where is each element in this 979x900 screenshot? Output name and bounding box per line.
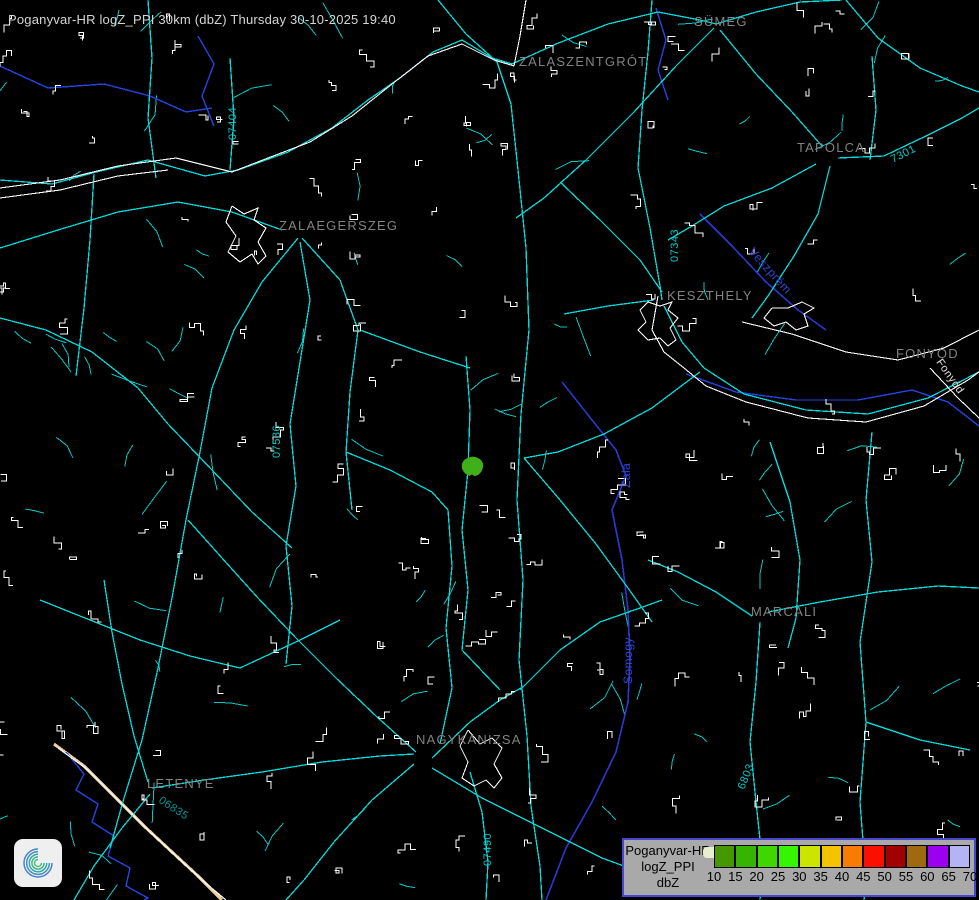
legend-tick: 25 — [771, 869, 785, 884]
legend-swatch — [842, 845, 863, 868]
road-number-label-layer: 074040734307536074900683568037301Fonyód — [156, 107, 966, 866]
legend-swatch — [949, 845, 970, 868]
legend-tick: 20 — [749, 869, 763, 884]
legend-scale-ticks: 10 15 20 25 30 35 40 45 50 55 60 65 70 — [624, 869, 974, 887]
road-number-label: 07536 — [271, 425, 283, 458]
legend-tick: 50 — [877, 869, 891, 884]
county-label: Somogy — [621, 637, 635, 684]
legend-tick: 65 — [941, 869, 955, 884]
county-border-layer — [546, 214, 826, 900]
legend-swatch — [714, 845, 735, 868]
legend-swatch — [821, 845, 842, 868]
legend-tick: 30 — [792, 869, 806, 884]
road-number-label: 07404 — [227, 107, 239, 140]
city-label: TAPOLCA — [797, 140, 865, 155]
road-layer — [0, 0, 979, 900]
legend-tick: 45 — [856, 869, 870, 884]
city-label: KESZTHELY — [667, 288, 753, 303]
radar-header-text: Poganyvar-HR logZ_PPI 30km (dbZ) Thursda… — [8, 12, 396, 27]
map-canvas: SÜMEG ZALASZENTGRÓT TAPOLCA ZALAEGERSZEG KES… — [0, 0, 979, 900]
legend-swatch — [799, 845, 820, 868]
legend-tick: 35 — [813, 869, 827, 884]
railway-layer — [0, 0, 979, 900]
legend-tick: 10 — [707, 869, 721, 884]
radar-display: SÜMEG ZALASZENTGRÓT TAPOLCA ZALAEGERSZEG KES… — [0, 0, 979, 900]
county-label: Veszprém — [746, 245, 795, 297]
city-label: ZALAEGERSZEG — [279, 218, 398, 233]
legend-swatch — [735, 845, 756, 868]
city-label: MARCALI — [751, 604, 817, 619]
legend-swatch — [906, 845, 927, 868]
legend-color-scale — [714, 845, 970, 868]
legend-station-label: Poganyvar-HR — [624, 843, 712, 859]
city-label-layer: SÜMEG ZALASZENTGRÓT TAPOLCA ZALAEGERSZEG KES… — [147, 14, 959, 791]
minor-roads-layer — [0, 0, 966, 900]
radar-echo — [462, 457, 483, 476]
road-number-label: 06835 — [156, 794, 190, 822]
city-label: SÜMEG — [694, 14, 748, 29]
legend-swatch — [885, 845, 906, 868]
city-label: NAGYKANIZSA — [416, 732, 522, 747]
legend-swatch — [927, 845, 948, 868]
city-label: LETENYE — [147, 776, 215, 791]
legend-swatch — [863, 845, 884, 868]
city-label: ZALASZENTGRÓT — [519, 54, 647, 69]
city-label: FONYÓD — [896, 346, 959, 361]
legend: Poganyvar-HR logZ_PPI dbZ 10152025303540… — [622, 838, 976, 897]
legend-tick: 15 — [728, 869, 742, 884]
legend-tick: 40 — [835, 869, 849, 884]
legend-tick: 60 — [920, 869, 934, 884]
legend-tick: 55 — [899, 869, 913, 884]
county-label: Zala — [619, 463, 633, 488]
legend-swatch — [757, 845, 778, 868]
road-number-label: 07343 — [669, 229, 681, 262]
legend-tick: 70 — [963, 869, 977, 884]
road-number-label: 07490 — [482, 833, 494, 866]
spiral-icon — [17, 842, 59, 884]
met-service-logo — [14, 839, 62, 887]
legend-swatch — [778, 845, 799, 868]
